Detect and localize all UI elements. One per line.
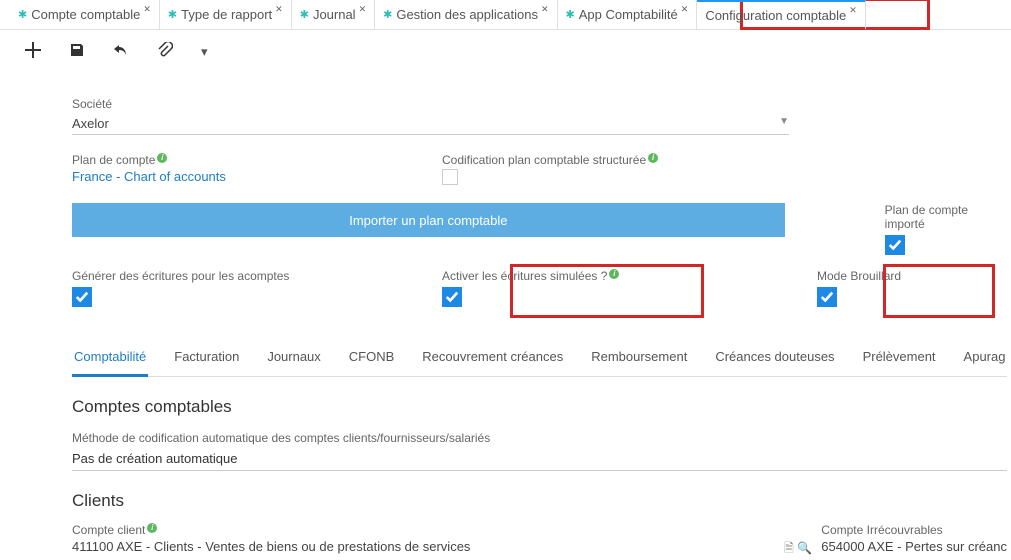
section-clients-h: Clients <box>72 491 1011 511</box>
brou-checkbox[interactable] <box>817 287 837 307</box>
brou-label: Mode Brouillard <box>817 269 901 283</box>
info-icon: i <box>648 153 658 163</box>
tab-label: App Comptabilité <box>579 7 678 22</box>
subtab-rembours[interactable]: Remboursement <box>589 343 689 376</box>
methode-label: Méthode de codification automatique des … <box>72 431 1007 445</box>
tab-label: Journal <box>313 7 356 22</box>
subtab-apurag[interactable]: Apurag <box>962 343 1008 376</box>
subtab-douteuses[interactable]: Créances douteuses <box>713 343 836 376</box>
chevron-down-icon: ▼ <box>779 116 789 131</box>
tab-label: Gestion des applications <box>396 7 538 22</box>
info-icon: i <box>147 523 157 533</box>
gear-icon: ✱ <box>566 8 575 21</box>
compte-client-value[interactable]: 411100 AXE - Clients - Ventes de biens o… <box>72 539 812 554</box>
codif-label: Codification plan comptable structuréei <box>442 153 872 167</box>
societe-value: Axelor <box>72 116 109 131</box>
codif-checkbox[interactable] <box>442 169 458 185</box>
close-icon[interactable]: ✕ <box>541 4 549 15</box>
close-icon[interactable]: ✕ <box>849 5 857 16</box>
close-icon[interactable]: ✕ <box>359 4 367 15</box>
subtab-facturation[interactable]: Facturation <box>172 343 241 376</box>
undo-icon[interactable] <box>113 42 129 61</box>
compte-client-label: Compte clienti <box>72 523 812 537</box>
close-icon[interactable]: ✕ <box>275 4 283 15</box>
tab-type-rapport[interactable]: ✱ Type de rapport✕ <box>160 0 292 29</box>
caret-down-icon[interactable]: ▾ <box>201 44 208 60</box>
tab-label: Compte comptable <box>31 7 140 22</box>
info-icon: i <box>157 153 167 163</box>
importe-checkbox[interactable] <box>885 235 905 255</box>
top-tabs: ✱Compte comptable✕ ✱Type de rapport✕ ✱Jo… <box>0 0 1011 30</box>
sim-label: Activer les écritures simulées ?i <box>442 269 817 283</box>
methode-value[interactable]: Pas de création automatique <box>72 447 1007 471</box>
import-plan-button[interactable]: Importer un plan comptable <box>72 203 785 237</box>
plan-label: Plan de comptei <box>72 153 442 167</box>
irrec-label: Compte Irrécouvrables <box>821 523 1007 537</box>
subtab-prelev[interactable]: Prélèvement <box>861 343 938 376</box>
close-icon[interactable]: ✕ <box>681 4 689 15</box>
gear-icon: ✱ <box>18 8 27 21</box>
gear-icon: ✱ <box>383 8 392 21</box>
irrec-value[interactable]: 654000 AXE - Pertes sur créanc <box>821 539 1007 554</box>
tab-compte-comptable[interactable]: ✱ Compte comptable✕ <box>10 0 160 29</box>
tab-label: Configuration comptable <box>705 8 846 23</box>
form-body: Société Axelor ▼ Plan de comptei France … <box>0 97 1011 560</box>
gear-icon: ✱ <box>168 8 177 21</box>
subtab-cfonb[interactable]: CFONB <box>347 343 397 376</box>
subtab-journaux[interactable]: Journaux <box>265 343 322 376</box>
gen-checkbox[interactable] <box>72 287 92 307</box>
gen-label: Générer des écritures pour les acomptes <box>72 269 442 283</box>
sim-checkbox[interactable] <box>442 287 462 307</box>
subtabs: Comptabilité Facturation Journaux CFONB … <box>72 343 1007 377</box>
close-icon[interactable]: ✕ <box>143 4 151 15</box>
field-actions[interactable]: 🗎 🔍 <box>784 539 812 560</box>
societe-select[interactable]: Axelor ▼ <box>72 113 789 135</box>
tab-journal[interactable]: ✱ Journal✕ <box>292 0 375 29</box>
section-comptes-h: Comptes comptables <box>72 397 1011 417</box>
subtab-recouv[interactable]: Recouvrement créances <box>420 343 565 376</box>
gear-icon: ✱ <box>300 8 309 21</box>
tab-config-comptable[interactable]: Configuration comptable✕ <box>697 0 865 29</box>
add-icon[interactable] <box>25 42 41 61</box>
toolbar: ▾ <box>0 30 1011 67</box>
tab-app-compta[interactable]: ✱ App Comptabilité✕ <box>558 0 698 29</box>
attach-icon[interactable] <box>157 42 173 61</box>
info-icon: i <box>609 269 619 279</box>
save-icon[interactable] <box>69 42 85 61</box>
plan-value-link[interactable]: France - Chart of accounts <box>72 169 442 184</box>
societe-label: Société <box>72 97 789 111</box>
tab-label: Type de rapport <box>181 7 272 22</box>
tab-gestion-apps[interactable]: ✱ Gestion des applications✕ <box>375 0 557 29</box>
subtab-comptabilite[interactable]: Comptabilité <box>72 343 148 377</box>
importe-label: Plan de compte importé <box>885 203 1011 231</box>
